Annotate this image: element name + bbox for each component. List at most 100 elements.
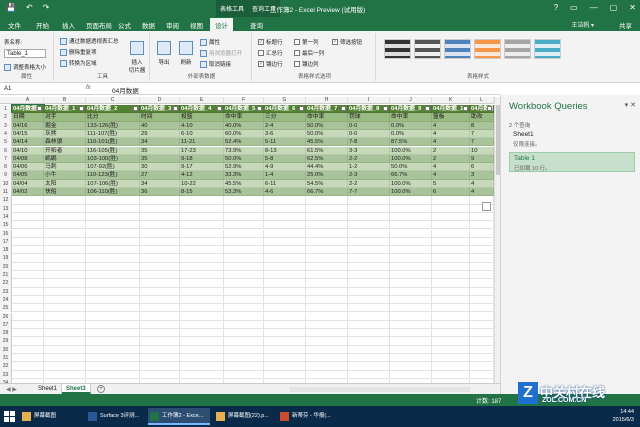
table-cell[interactable]: 9-17 xyxy=(180,163,224,172)
save-icon[interactable]: 💾 xyxy=(6,3,16,12)
table-cell[interactable]: 66.7% xyxy=(306,188,348,197)
ribbon-display-icon[interactable]: ▭ xyxy=(570,3,578,12)
table-cell[interactable]: 04/08 xyxy=(12,154,44,164)
filter-dropdown-icon[interactable] xyxy=(463,106,468,111)
row-header[interactable]: 33 xyxy=(0,370,12,379)
table-cell[interactable] xyxy=(180,287,224,296)
table-cell[interactable] xyxy=(180,271,224,280)
table-cell[interactable] xyxy=(180,345,224,354)
table-cell[interactable]: 110-123(胜) xyxy=(86,171,140,180)
taskbar-item[interactable]: 屏幕截图 xyxy=(20,408,82,425)
table-cell[interactable] xyxy=(44,345,86,354)
table-cell[interactable]: 4 xyxy=(432,121,470,130)
table-cell[interactable] xyxy=(470,212,494,222)
table-cell[interactable] xyxy=(86,212,140,222)
tab-view[interactable]: 视图 xyxy=(190,20,203,30)
table-cell[interactable]: 0-0 xyxy=(348,129,390,139)
row-header[interactable]: 4 xyxy=(0,129,12,139)
export-button[interactable]: 导出 xyxy=(154,41,174,66)
table-cell[interactable]: 50.0% xyxy=(390,163,432,172)
table-cell[interactable] xyxy=(348,295,390,305)
table-cell[interactable] xyxy=(180,329,224,338)
table-cell[interactable] xyxy=(140,329,180,338)
table-cell[interactable] xyxy=(224,295,264,305)
row-header[interactable]: 1 xyxy=(0,105,12,114)
table-cell[interactable]: 35 xyxy=(140,154,180,164)
table-cell[interactable]: 马刺 xyxy=(44,163,86,172)
table-cell[interactable]: 34 xyxy=(140,138,180,147)
table-cell[interactable] xyxy=(432,329,470,338)
table-cell[interactable]: 0.0% xyxy=(390,121,432,130)
table-cell[interactable]: 太阳 xyxy=(44,179,86,188)
table-cell[interactable]: 04/10 xyxy=(12,146,44,155)
table-cell[interactable] xyxy=(470,354,494,363)
table-cell[interactable]: 鹈鹕 xyxy=(44,154,86,164)
filter-dropdown-icon[interactable] xyxy=(173,106,178,111)
undo-icon[interactable]: ↶ xyxy=(26,3,33,12)
column-header[interactable]: D xyxy=(140,97,180,104)
table-cell[interactable]: 命中率 xyxy=(306,113,348,122)
table-cell[interactable]: 6 xyxy=(432,188,470,197)
row-header[interactable]: 24 xyxy=(0,295,12,305)
sheet-nav-arrows-icon[interactable]: ◀ ▶ xyxy=(6,386,17,393)
table-style-swatch[interactable] xyxy=(414,39,441,59)
horizontal-scrollbar[interactable] xyxy=(290,387,470,392)
table-cell[interactable] xyxy=(180,279,224,288)
table-cell[interactable] xyxy=(224,271,264,280)
table-cell[interactable] xyxy=(86,262,140,271)
table-cell[interactable] xyxy=(432,271,470,280)
table-cell[interactable]: 日期 xyxy=(12,113,44,122)
resize-table-button[interactable]: 调整表格大小 xyxy=(4,63,46,71)
column-header[interactable]: E xyxy=(180,97,224,104)
add-sheet-button[interactable]: + xyxy=(97,385,105,393)
table-cell[interactable] xyxy=(44,271,86,280)
table-cell[interactable] xyxy=(140,345,180,354)
row-header[interactable]: 28 xyxy=(0,329,12,338)
table-cell[interactable]: 04/04 xyxy=(12,179,44,188)
column-header[interactable]: B xyxy=(44,97,86,104)
table-style-swatch[interactable] xyxy=(384,39,411,59)
table-cell[interactable]: 40 xyxy=(140,121,180,130)
table-cell[interactable]: 60.0% xyxy=(224,129,264,139)
row-header[interactable]: 18 xyxy=(0,246,12,255)
header-cell[interactable]: 04月数据_10 xyxy=(432,105,470,114)
spreadsheet-grid[interactable]: ABCDEFGHIJKL 1 04月数据 04月数据_1 04月数据_2 04月数据_3… xyxy=(0,97,494,383)
table-cell[interactable] xyxy=(44,370,86,379)
table-cell[interactable]: 87.5% xyxy=(390,138,432,147)
table-cell[interactable]: 4-9 xyxy=(264,163,306,172)
table-cell[interactable] xyxy=(264,221,306,230)
table-cell[interactable] xyxy=(390,370,432,379)
table-cell[interactable] xyxy=(390,337,432,346)
table-cell[interactable] xyxy=(390,320,432,330)
table-cell[interactable] xyxy=(264,329,306,338)
table-cell[interactable]: 107-92(胜) xyxy=(86,163,140,172)
row-header[interactable]: 3 xyxy=(0,121,12,130)
table-cell[interactable] xyxy=(86,237,140,247)
table-cell[interactable] xyxy=(12,221,44,230)
table-cell[interactable] xyxy=(224,204,264,213)
table-cell[interactable] xyxy=(44,229,86,238)
table-cell[interactable]: 103-100(胜) xyxy=(86,154,140,164)
table-cell[interactable] xyxy=(140,196,180,205)
table-cell[interactable] xyxy=(264,304,306,313)
column-header[interactable]: H xyxy=(306,97,348,104)
header-cell[interactable]: 04月数据_6 xyxy=(264,105,306,114)
row-header[interactable]: 10 xyxy=(0,179,12,188)
quick-analysis-icon[interactable] xyxy=(482,202,491,211)
table-cell[interactable] xyxy=(86,196,140,205)
table-cell[interactable]: 4-6 xyxy=(264,188,306,197)
table-cell[interactable]: 29 xyxy=(140,129,180,139)
first-column-checkbox[interactable]: 第一列 xyxy=(294,38,319,46)
table-cell[interactable]: 10-22 xyxy=(180,179,224,188)
row-header[interactable]: 14 xyxy=(0,212,12,222)
table-cell[interactable] xyxy=(432,237,470,247)
table-cell[interactable] xyxy=(470,362,494,371)
row-header[interactable]: 22 xyxy=(0,279,12,288)
table-cell[interactable] xyxy=(12,287,44,296)
table-cell[interactable] xyxy=(390,262,432,271)
table-cell[interactable]: 73.9% xyxy=(224,146,264,155)
column-header[interactable]: I xyxy=(348,97,390,104)
table-cell[interactable]: 54.5% xyxy=(306,179,348,188)
table-cell[interactable] xyxy=(390,345,432,354)
table-cell[interactable]: 7-7 xyxy=(348,188,390,197)
